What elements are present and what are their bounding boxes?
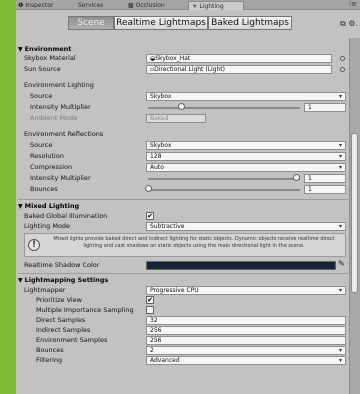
lighting-window: ❶ Inspector Services ▩ Occlusion ☀ Lighting…	[16, 0, 360, 394]
compression-label: Compression	[30, 163, 73, 171]
indirect-samples-field[interactable]: 256	[146, 326, 346, 335]
tab-baked-lightmaps[interactable]: Baked Lightmaps	[208, 16, 292, 30]
section-title: Mixed Lighting	[24, 202, 80, 210]
sun-icon: ☀	[192, 3, 198, 10]
vertical-scrollbar[interactable]	[349, 38, 360, 394]
reflection-intensity-thumb[interactable]	[293, 174, 300, 181]
direct-samples-label: Direct Samples	[36, 316, 86, 324]
intensity-slider-thumb[interactable]	[177, 103, 185, 110]
filtering-label: Filtering	[36, 356, 63, 364]
sun-source-field[interactable]: ▫Directional Light (Light)	[146, 65, 332, 74]
tab-lighting[interactable]: ☀ Lighting	[188, 1, 244, 10]
sun-source-label: Sun Source	[24, 65, 61, 73]
environment-lighting-header: Environment Lighting	[24, 81, 94, 89]
lightmap-bounces-label: Bounces	[36, 346, 64, 354]
prioritize-view-label: Prioritize View	[36, 296, 82, 304]
tab-inspector[interactable]: ❶ Inspector	[18, 1, 53, 10]
reflection-intensity-label: Intensity Multiplier	[30, 174, 91, 182]
foldout-icon: ▼	[18, 46, 23, 53]
section-divider	[18, 273, 348, 274]
tab-services[interactable]: Services	[78, 1, 103, 10]
reflection-source-label: Source	[30, 141, 53, 149]
section-mixed-lighting[interactable]: ▼ Mixed Lighting	[18, 201, 79, 211]
indirect-samples-label: Indirect Samples	[36, 326, 91, 334]
resolution-label: Resolution	[30, 152, 64, 160]
ambient-mode-label: Ambient Mode	[30, 114, 78, 122]
occlusion-icon: ▩	[128, 2, 134, 9]
field-value: Skybox_Hat	[155, 55, 191, 62]
lighting-mode-label: Lighting Mode	[24, 222, 71, 230]
tab-label: Inspector	[25, 2, 54, 9]
settings-icon[interactable]: ⧉ ⚙.	[340, 19, 358, 29]
intensity-field[interactable]: 1	[304, 103, 346, 112]
object-picker-icon[interactable]	[340, 56, 345, 61]
info-icon: !	[28, 239, 40, 251]
foldout-icon: ▼	[18, 277, 23, 284]
tab-label: Lighting	[199, 3, 224, 10]
tab-label: Services	[78, 2, 104, 9]
direct-samples-field[interactable]: 32	[146, 316, 346, 325]
lighting-mode-dropdown[interactable]: Subtractive	[146, 222, 346, 231]
resolution-dropdown[interactable]: 128	[146, 152, 346, 161]
environment-samples-label: Environment Samples	[36, 336, 108, 344]
field-value: Directional Light (Light)	[154, 66, 225, 73]
object-picker-icon[interactable]	[340, 67, 345, 72]
lightmapper-label: Lightmapper	[24, 286, 66, 294]
tab-realtime-lightmaps[interactable]: Realtime Lightmaps	[114, 16, 208, 30]
baked-gi-checkbox[interactable]: ✔	[146, 212, 154, 220]
ambient-mode-dropdown: Baked	[146, 114, 206, 123]
eyedropper-icon[interactable]: ✎	[338, 259, 345, 269]
green-side-bar	[0, 0, 16, 394]
reflection-intensity-field[interactable]: 1	[304, 174, 346, 183]
mis-checkbox[interactable]	[146, 306, 154, 314]
section-divider	[18, 199, 348, 200]
mixed-lighting-info-box: ! Mixed lights provide baked direct and …	[24, 233, 346, 257]
environment-samples-field[interactable]: 256	[146, 336, 346, 345]
baked-gi-label: Baked Global Illumination	[24, 212, 108, 220]
reflection-bounces-label: Bounces	[30, 185, 58, 193]
filtering-dropdown[interactable]: Advanced	[146, 356, 346, 365]
source-dropdown[interactable]: Skybox	[146, 92, 346, 101]
realtime-shadow-color-label: Realtime Shadow Color	[24, 261, 100, 269]
tab-label: Occlusion	[135, 2, 165, 9]
prioritize-view-checkbox[interactable]: ✔	[146, 296, 154, 304]
skybox-material-field[interactable]: ◒Skybox_Hat	[146, 54, 332, 63]
window-menu-icon[interactable]: ⁝≡	[349, 0, 357, 8]
intensity-multiplier-label: Intensity Multiplier	[30, 103, 91, 111]
tab-scene[interactable]: Scene	[68, 16, 114, 30]
info-text: Mixed lights provide baked direct and in…	[53, 236, 335, 249]
reflection-intensity-slider[interactable]	[148, 178, 300, 180]
lightmap-bounces-dropdown[interactable]: 2	[146, 346, 346, 355]
section-lightmapping-settings[interactable]: ▼ Lightmapping Settings	[18, 275, 108, 285]
environment-reflections-header: Environment Reflections	[24, 130, 104, 138]
info-icon: ❶	[18, 2, 24, 9]
reflection-source-dropdown[interactable]: Skybox	[146, 141, 346, 150]
section-title: Lightmapping Settings	[24, 276, 109, 284]
compression-dropdown[interactable]: Auto	[146, 163, 346, 172]
lighting-toolbar: Scene Realtime Lightmaps Baked Lightmaps…	[16, 11, 360, 37]
intensity-slider[interactable]	[148, 107, 300, 109]
lightmapper-dropdown[interactable]: Progressive CPU	[146, 286, 346, 295]
scrollbar-thumb[interactable]	[351, 133, 358, 293]
screenshot-root: ❶ Inspector Services ▩ Occlusion ☀ Lighting…	[0, 0, 360, 394]
window-tab-bar: ❶ Inspector Services ▩ Occlusion ☀ Lighting…	[16, 0, 360, 10]
reflection-bounces-thumb[interactable]	[145, 185, 152, 192]
reflection-bounces-field[interactable]: 1	[304, 185, 346, 194]
skybox-material-label: Skybox Material	[24, 54, 76, 62]
section-title: Environment	[24, 45, 72, 53]
tab-occlusion[interactable]: ▩ Occlusion	[128, 1, 165, 10]
mis-label: Multiple Importance Sampling	[36, 306, 134, 314]
shadow-color-field[interactable]	[146, 261, 336, 270]
foldout-icon: ▼	[18, 203, 23, 210]
source-label: Source	[30, 92, 53, 100]
reflection-bounces-slider[interactable]	[148, 189, 300, 191]
